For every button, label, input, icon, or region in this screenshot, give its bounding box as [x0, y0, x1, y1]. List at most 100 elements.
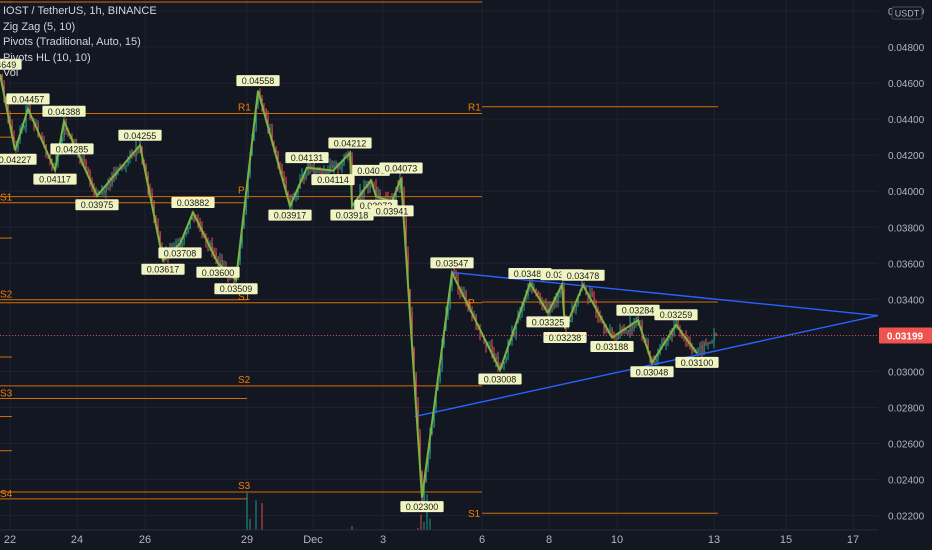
- price-tick-label: 0.02200: [888, 512, 925, 523]
- pivot-label: S2: [238, 375, 251, 386]
- zigzag-label: 0.03600: [202, 268, 235, 278]
- candle-body: [633, 324, 635, 329]
- time-tick-label: 24: [71, 534, 83, 546]
- zigzag-label: 0.03284: [622, 306, 655, 316]
- candle-body: [505, 356, 507, 362]
- candle-body: [321, 170, 323, 174]
- pivot-label: S2: [0, 290, 13, 301]
- candle-body: [305, 175, 307, 179]
- candle-body: [83, 158, 85, 163]
- zigzag-label: 0.04227: [0, 155, 31, 165]
- candle-body: [103, 190, 105, 193]
- chart-background: [0, 0, 932, 550]
- candle-body: [73, 139, 75, 141]
- last-price-label: 0.03199: [887, 332, 924, 343]
- time-tick-label: 26: [139, 534, 151, 546]
- candle-body: [611, 329, 613, 336]
- time-tick-label: 13: [708, 534, 720, 546]
- candle-body: [377, 192, 379, 196]
- pivot-label: P: [238, 186, 245, 197]
- indicator-pivots-hl[interactable]: Pivots HL (10, 10): [3, 51, 157, 67]
- zigzag-label: 0.02300: [406, 502, 439, 512]
- price-tick-label: 0.04600: [888, 79, 925, 90]
- zigzag-label: 0.03478: [567, 271, 600, 281]
- candle-body: [341, 163, 343, 167]
- time-tick-label: 22: [4, 534, 16, 546]
- axis-unit-label: USDT: [895, 9, 920, 19]
- price-tick-label: 0.02800: [888, 403, 925, 414]
- zigzag-label: 0.03617: [147, 265, 180, 275]
- candle-body: [701, 345, 703, 353]
- time-axis-background: [0, 530, 878, 550]
- pivot-label: S1: [0, 193, 13, 204]
- candle-body: [187, 228, 189, 233]
- candle-body: [489, 345, 491, 347]
- time-tick-label: 29: [241, 534, 253, 546]
- candle-body: [315, 171, 317, 174]
- candle-body: [325, 172, 327, 174]
- price-tick-label: 0.02600: [888, 440, 925, 451]
- indicator-volume[interactable]: Vol: [3, 66, 157, 82]
- candle-body: [327, 172, 329, 174]
- time-tick-label: Dec: [303, 534, 323, 546]
- zigzag-label: 0.03918: [336, 210, 369, 220]
- zigzag-label: 0.03188: [596, 342, 629, 352]
- zigzag-label: 0.04073: [385, 164, 418, 174]
- zigzag-label: 0.03238: [549, 333, 582, 343]
- candle-body: [23, 126, 25, 128]
- zigzag-label: 0.04114: [317, 175, 349, 185]
- candle-body: [329, 165, 331, 173]
- zigzag-label: 0.03259: [660, 310, 693, 320]
- zigzag-label: 0.04388: [48, 107, 81, 117]
- symbol-title[interactable]: IOST / TetherUS, 1h, BINANCE: [3, 4, 157, 20]
- price-tick-label: 0.04800: [888, 43, 925, 54]
- zigzag-label: 0.03547: [436, 258, 469, 268]
- candle-body: [109, 183, 111, 185]
- candle-body: [335, 163, 337, 166]
- time-tick-label: 6: [479, 534, 485, 546]
- pivot-label: R1: [238, 103, 251, 114]
- candle-body: [339, 166, 341, 169]
- price-tick-label: 0.03800: [888, 223, 925, 234]
- candle-body: [629, 322, 631, 333]
- price-tick-label: 0.03400: [888, 295, 925, 306]
- pivot-label: S3: [0, 388, 13, 399]
- time-tick-label: 10: [611, 534, 623, 546]
- zigzag-label: 0.04117: [39, 175, 71, 185]
- zigzag-label: 0.03975: [81, 200, 114, 210]
- price-tick-label: 0.02400: [888, 476, 925, 487]
- zigzag-label: 0.03917: [274, 211, 307, 221]
- zigzag-label: 0.03941: [376, 206, 409, 216]
- indicator-pivots[interactable]: Pivots (Traditional, Auto, 15): [3, 35, 157, 51]
- candle-body: [713, 332, 715, 342]
- candle-body: [697, 348, 699, 353]
- candle-body: [699, 345, 701, 349]
- zigzag-label: 0.04558: [242, 76, 275, 86]
- candle-body: [705, 342, 707, 345]
- pivot-label: S1: [468, 509, 481, 520]
- indicator-zigzag[interactable]: Zig Zag (5, 10): [3, 20, 157, 36]
- candle-body: [569, 319, 571, 323]
- pivot-label: R1: [468, 103, 481, 114]
- price-tick-label: 0.04400: [888, 115, 925, 126]
- candle-body: [455, 274, 457, 278]
- candle-body: [215, 252, 217, 257]
- zigzag-label: 0.03325: [532, 317, 565, 327]
- candle-body: [535, 288, 537, 291]
- price-tick-label: 0.04000: [888, 187, 925, 198]
- price-axis[interactable]: 0.050000.048000.046000.044000.042000.040…: [878, 0, 932, 550]
- zigzag-label: 0.04131: [291, 153, 324, 163]
- price-tick-label: 0.03000: [888, 367, 925, 378]
- pivot-label: S4: [0, 489, 13, 500]
- candle-body: [87, 168, 89, 173]
- price-tick-label: 0.04200: [888, 151, 925, 162]
- pivot-label: S3: [238, 481, 251, 492]
- time-axis[interactable]: 22 24 26 29 Dec 3 6 8 10 13 15 17: [0, 529, 878, 550]
- candle-body: [617, 334, 619, 340]
- zigzag-label: 0.03100: [681, 358, 714, 368]
- candle-body: [307, 162, 309, 176]
- candle-body: [591, 292, 593, 298]
- time-tick-label: 15: [780, 534, 792, 546]
- pivot-label: R2: [238, 0, 251, 2]
- price-chart[interactable]: R2R1PS1S2S3S1S2S3S4R1PS1 0.046490.042270…: [0, 0, 932, 550]
